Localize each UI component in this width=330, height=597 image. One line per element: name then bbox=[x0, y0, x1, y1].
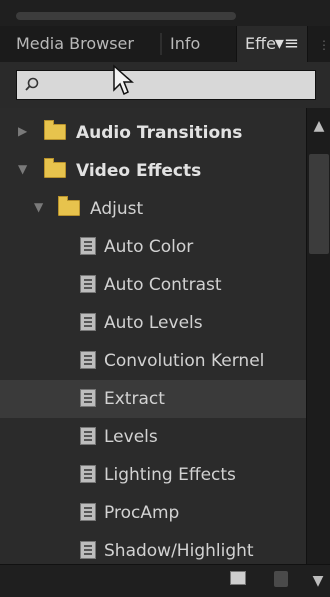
tree-row-adjust[interactable]: ▼ Adjust bbox=[0, 190, 306, 228]
effects-tree: ▶ Audio Transitions ▼ Video Effects ▼ Ad… bbox=[0, 108, 306, 564]
folder-icon bbox=[44, 158, 66, 178]
tree-label: Video Effects bbox=[76, 161, 202, 181]
tree-row-auto-contrast[interactable]: Auto Contrast bbox=[0, 266, 306, 304]
panel-overflow-dots[interactable]: ⋮ bbox=[318, 38, 330, 52]
new-custom-bin-icon[interactable] bbox=[230, 571, 246, 585]
folder-icon bbox=[44, 120, 66, 140]
search-input[interactable] bbox=[43, 74, 307, 98]
tree-row-levels[interactable]: Levels bbox=[0, 418, 306, 456]
delete-icon[interactable] bbox=[274, 571, 288, 587]
tree-row-video-effects[interactable]: ▼ Video Effects bbox=[0, 152, 306, 190]
effect-icon bbox=[80, 313, 96, 331]
tab-effects-label: Effe bbox=[245, 34, 276, 53]
scroll-down-icon[interactable]: ▼ bbox=[306, 565, 330, 597]
effect-icon bbox=[80, 503, 96, 521]
scroll-up-icon[interactable]: ▲ bbox=[307, 108, 330, 144]
tab-media-browser[interactable]: Media Browser bbox=[16, 26, 156, 62]
tree-row-extract[interactable]: Extract bbox=[0, 380, 306, 418]
vertical-scrollbar[interactable]: ▲ bbox=[306, 108, 330, 564]
tree-label: Auto Contrast bbox=[104, 275, 222, 295]
effect-icon bbox=[80, 465, 96, 483]
tab-separator bbox=[160, 33, 162, 55]
panel-top-scrollbar[interactable] bbox=[0, 0, 330, 26]
panel-menu-icon[interactable]: ▾≡ bbox=[275, 26, 299, 62]
tree-row-audio-transitions[interactable]: ▶ Audio Transitions bbox=[0, 114, 306, 152]
expand-down-icon[interactable]: ▼ bbox=[18, 162, 32, 176]
tree-label: Extract bbox=[104, 389, 165, 409]
tree-label: Levels bbox=[104, 427, 158, 447]
search-box[interactable] bbox=[16, 70, 316, 100]
panel-top-scroll-thumb[interactable] bbox=[16, 12, 236, 20]
scroll-thumb[interactable] bbox=[309, 154, 329, 254]
panel-tabs: Media Browser Info Effe ▾≡ ⋮ bbox=[0, 26, 330, 63]
effect-icon bbox=[80, 389, 96, 407]
tree-label: Lighting Effects bbox=[104, 465, 236, 485]
tree-row-procamp[interactable]: ProcAmp bbox=[0, 494, 306, 532]
effect-icon bbox=[80, 541, 96, 559]
tree-label: Auto Color bbox=[104, 237, 194, 257]
tree-label: Adjust bbox=[90, 199, 144, 219]
tab-effects[interactable]: Effe ▾≡ bbox=[236, 26, 308, 62]
tree-label: Auto Levels bbox=[104, 313, 203, 333]
tree-label: ProcAmp bbox=[104, 503, 180, 523]
tree-row-lighting-effects[interactable]: Lighting Effects bbox=[0, 456, 306, 494]
search-icon bbox=[25, 77, 39, 91]
effect-icon bbox=[80, 275, 96, 293]
expand-right-icon[interactable]: ▶ bbox=[18, 124, 32, 138]
effect-icon bbox=[80, 427, 96, 445]
tree-row-convolution-kernel[interactable]: Convolution Kernel bbox=[0, 342, 306, 380]
effect-icon bbox=[80, 351, 96, 369]
tree-row-auto-levels[interactable]: Auto Levels bbox=[0, 304, 306, 342]
panel-footer: ▼ bbox=[0, 564, 330, 597]
effect-icon bbox=[80, 237, 96, 255]
tree-row-shadow-highlight[interactable]: Shadow/Highlight bbox=[0, 532, 306, 564]
mouse-cursor-icon bbox=[113, 64, 134, 96]
tree-row-auto-color[interactable]: Auto Color bbox=[0, 228, 306, 266]
search-bar bbox=[0, 62, 330, 109]
tab-info[interactable]: Info bbox=[170, 26, 230, 62]
tree-label: Audio Transitions bbox=[76, 123, 243, 143]
expand-down-icon[interactable]: ▼ bbox=[34, 200, 48, 214]
tree-label: Convolution Kernel bbox=[104, 351, 265, 371]
folder-icon bbox=[58, 196, 80, 216]
tree-label: Shadow/Highlight bbox=[104, 541, 254, 561]
